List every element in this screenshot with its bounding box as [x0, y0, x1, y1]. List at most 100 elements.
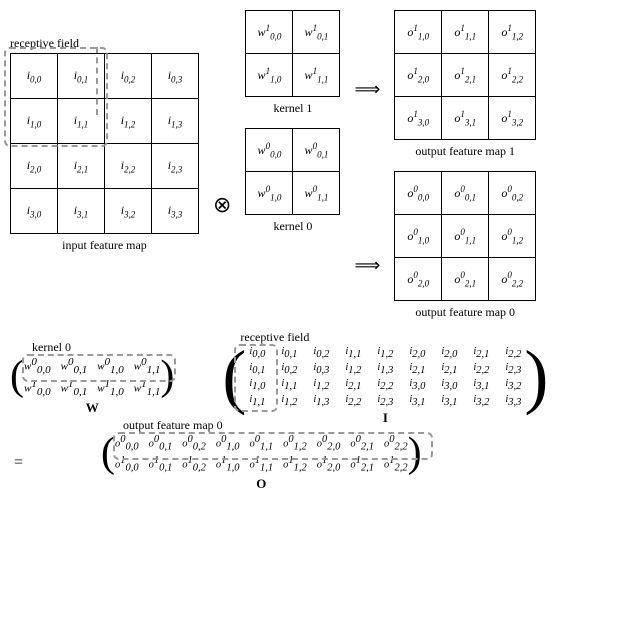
matrix-cell: i1,1	[278, 378, 300, 392]
matrix-cell: i2,1	[406, 362, 428, 376]
matrix-cell: w10,0	[24, 378, 51, 398]
matrix-cell: o00,0	[115, 434, 139, 453]
arrow-1: ⟹	[354, 79, 380, 100]
grid-cell: i3,2	[105, 189, 152, 234]
grid-cell: i2,0	[11, 144, 58, 189]
matrix-cell: i3,3	[502, 394, 524, 408]
output0-label: output feature map 0	[415, 305, 515, 320]
matrix-cell: o00,1	[149, 434, 173, 453]
grid-cell: w01,1	[293, 172, 340, 215]
grid-cell: w11,0	[246, 54, 293, 97]
matrix-cell: i0,2	[310, 346, 332, 360]
matrix-cell: i1,0	[246, 378, 268, 392]
matrix-cell: i2,0	[406, 346, 428, 360]
matrix-cell: i3,1	[470, 378, 492, 392]
matrix-cell: i1,3	[374, 362, 396, 376]
matrix-cell: o10,0	[115, 455, 139, 474]
grid-cell: o02,2	[489, 258, 536, 301]
convolution-diagram: receptive field i0,0i0,1i0,2i0,3i1,0i1,1…	[10, 10, 630, 320]
grid-cell: o12,1	[442, 54, 489, 97]
O-matrix: o00,0o00,1o00,2o01,0o01,1o01,2o02,0o02,1…	[115, 434, 408, 473]
output1-block: o11,0o11,1o11,2o12,0o12,1o12,2o13,0o13,1…	[394, 10, 536, 159]
kernel1-label: kernel 1	[273, 101, 312, 116]
rparen-O: )	[408, 437, 422, 471]
grid-cell: i2,1	[58, 144, 105, 189]
matrix-cell: w11,1	[134, 378, 161, 398]
matrix-cell: w01,0	[97, 356, 124, 376]
grid-cell: o02,0	[395, 258, 442, 301]
matrix-cell: o10,2	[182, 455, 206, 474]
grid-cell: i1,3	[152, 99, 199, 144]
matrix-cell: i3,2	[470, 394, 492, 408]
matrix-cell: i1,1	[342, 346, 364, 360]
matrix-cell: i2,2	[502, 346, 524, 360]
matrix-cell: w01,1	[134, 356, 161, 376]
matrix-cell: w00,1	[61, 356, 88, 376]
matrix-cell: w00,0	[24, 356, 51, 376]
matrix-cell: i1,1	[246, 394, 268, 408]
matrix-cell: o01,2	[283, 434, 307, 453]
grid-cell: o01,1	[442, 215, 489, 258]
receptive-field-label-top: receptive field	[10, 36, 79, 51]
grid-cell: o12,0	[395, 54, 442, 97]
grid-cell: o00,0	[395, 172, 442, 215]
O-block: output feature map 0 ( o00,0o00,1o00,2o0…	[101, 434, 422, 491]
grid-cell: o02,1	[442, 258, 489, 301]
grid-cell: o00,1	[442, 172, 489, 215]
kernel1-block: w10,0w10,1w11,0w11,1 kernel 1	[245, 10, 340, 116]
grid-cell: o11,2	[489, 11, 536, 54]
arrow-0: ⟹	[354, 255, 380, 276]
matrix-cell: i1,2	[310, 378, 332, 392]
grid-cell: o01,0	[395, 215, 442, 258]
matrix-cell: i2,2	[342, 394, 364, 408]
matrix-cell: i2,3	[502, 362, 524, 376]
matrix-cell: i2,2	[374, 378, 396, 392]
matrix-cell: i0,3	[310, 362, 332, 376]
input-map-block: receptive field i0,0i0,1i0,2i0,3i1,0i1,1…	[10, 36, 199, 253]
grid-cell: w11,1	[293, 54, 340, 97]
rparen-W: )	[160, 360, 174, 394]
matrix-cell: o02,2	[384, 434, 408, 453]
W-block: kernel 0 ( w00,0w00,1w01,0w01,1w10,0w10,…	[10, 356, 174, 416]
grid-cell: i2,3	[152, 144, 199, 189]
grid-cell: i0,3	[152, 54, 199, 99]
matrix-cell: o11,0	[216, 455, 240, 474]
output0-grid: o00,0o00,1o00,2 o01,0o01,1o01,2 o02,0o02,1…	[394, 171, 536, 301]
grid-cell: w10,0	[246, 11, 293, 54]
I-label: I	[383, 410, 388, 426]
grid-cell: o12,2	[489, 54, 536, 97]
grid-cell: w00,0	[246, 129, 293, 172]
grid-cell: o11,1	[442, 11, 489, 54]
matrix-cell: o00,2	[182, 434, 206, 453]
output0-block: o00,0o00,1o00,2 o01,0o01,1o01,2 o02,0o02,1…	[394, 171, 536, 320]
matrix-cell: i3,0	[438, 378, 460, 392]
matrix-cell: o02,1	[350, 434, 374, 453]
grid-cell: o13,1	[442, 97, 489, 140]
matrix-row-O: = output feature map 0 ( o00,0o00,1o00,2…	[14, 434, 630, 491]
grid-cell: i3,0	[11, 189, 58, 234]
grid-cell: i3,1	[58, 189, 105, 234]
grid-cell: o01,2	[489, 215, 536, 258]
conv-symbol: ⊗	[213, 192, 231, 218]
matrix-cell: i1,2	[278, 394, 300, 408]
matrix-cell: o02,0	[317, 434, 341, 453]
matrix-cell: o01,0	[216, 434, 240, 453]
W-label: W	[86, 400, 99, 416]
grid-cell: i0,2	[105, 54, 152, 99]
kernel0-block: w00,0w00,1w01,0w01,1 kernel 0	[245, 128, 340, 234]
arrow-column: ⟹ ⟹	[354, 10, 380, 310]
lparen-W: (	[10, 360, 24, 394]
matrix-cell: i3,0	[406, 378, 428, 392]
grid-cell: i3,3	[152, 189, 199, 234]
matrix-cell: o12,0	[317, 455, 341, 474]
kernel0-label: kernel 0	[273, 219, 312, 234]
grid-cell: i0,0	[11, 54, 58, 99]
matrix-cell: i2,3	[374, 394, 396, 408]
matrix-row-WI: kernel 0 ( w00,0w00,1w01,0w01,1w10,0w10,…	[10, 346, 630, 426]
matrix-cell: o10,1	[149, 455, 173, 474]
matrix-cell: i3,1	[406, 394, 428, 408]
matrix-cell: i2,0	[438, 346, 460, 360]
grid-cell: i0,1	[58, 54, 105, 99]
lparen-O: (	[101, 437, 115, 471]
grid-cell: o00,2	[489, 172, 536, 215]
